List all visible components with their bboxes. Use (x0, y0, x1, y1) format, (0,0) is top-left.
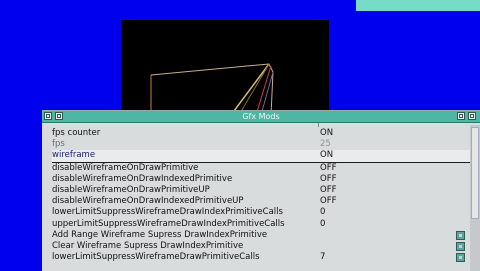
setting-value[interactable]: ON (320, 150, 470, 161)
setting-label: wireframe (52, 150, 96, 161)
column-divider (318, 123, 319, 127)
setting-label: lowerLimitSuppressWireframeDrawIndexPrim… (52, 207, 283, 218)
add-range-button[interactable] (456, 230, 465, 240)
setting-row-disable-wireframe-draw-indexed-primitive[interactable]: disableWireframeOnDrawIndexedPrimitive O… (52, 174, 470, 185)
setting-label: disableWireframeOnDrawPrimitiveUP (52, 184, 210, 195)
setting-row-add-range[interactable]: Add Range Wireframe Supress DrawIndexPri… (52, 230, 470, 241)
setting-value[interactable]: OFF (320, 185, 470, 196)
action-label: Add Range Wireframe Supress DrawIndexPri… (52, 229, 268, 240)
setting-label: disableWireframeOnDrawIndexedPrimitiveUP (52, 196, 244, 207)
window-titlebar[interactable]: Gfx Mods (42, 111, 480, 123)
setting-value[interactable]: 7 (320, 252, 470, 263)
setting-value[interactable]: OFF (320, 163, 470, 174)
setting-row-disable-wireframe-draw-indexed-primitive-up[interactable]: disableWireframeOnDrawIndexedPrimitiveUP… (52, 196, 470, 207)
setting-label: lowerLimitSuppressWireframeDrawPrimitive… (52, 252, 260, 263)
setting-row-disable-wireframe-draw-primitive[interactable]: disableWireframeOnDrawPrimitive OFF (52, 163, 470, 174)
setting-row-lower-limit-draw-primitive[interactable]: lowerLimitSuppressWireframeDrawPrimitive… (52, 252, 470, 263)
top-right-bar (356, 0, 480, 11)
setting-row-wireframe[interactable]: wireframe ON (52, 150, 470, 163)
setting-value[interactable]: 0 (320, 219, 470, 230)
window-minimize-button[interactable] (457, 112, 465, 120)
settings-list: fps counter ON fps 25 wireframe ON disab… (52, 128, 470, 263)
setting-label: fps counter (52, 128, 101, 138)
setting-label: disableWireframeOnDrawPrimitive (52, 162, 199, 173)
setting-label: fps (52, 139, 65, 150)
setting-value[interactable]: ON (320, 128, 470, 139)
setting-row-lower-limit-draw-index[interactable]: lowerLimitSuppressWireframeDrawIndexPrim… (52, 207, 470, 218)
setting-row-fps[interactable]: fps 25 (52, 139, 470, 150)
window-title: Gfx Mods (242, 112, 280, 121)
setting-value: 25 (320, 139, 331, 150)
setting-label: upperLimitSuppressWireframeDrawIndexPrim… (52, 218, 285, 229)
setting-value[interactable]: OFF (320, 174, 470, 185)
action-label: Clear Wireframe Supress DrawIndexPrimiti… (52, 240, 244, 251)
setting-row-upper-limit-draw-index[interactable]: upperLimitSuppressWireframeDrawIndexPrim… (52, 219, 470, 230)
setting-row-disable-wireframe-draw-primitive-up[interactable]: disableWireframeOnDrawPrimitiveUP OFF (52, 185, 470, 196)
setting-label: disableWireframeOnDrawIndexedPrimitive (52, 173, 233, 184)
setting-row-fps-counter[interactable]: fps counter ON (52, 128, 470, 139)
gfx-mods-window: Gfx Mods fps counter ON fps 25 wireframe… (42, 110, 480, 271)
vertical-scrollbar[interactable] (470, 125, 480, 271)
wireframe-render (150, 63, 274, 115)
clear-button[interactable] (456, 241, 465, 251)
setting-value[interactable]: 0 (320, 207, 470, 218)
row-action-button[interactable] (456, 253, 465, 263)
window-close-button[interactable] (468, 112, 476, 120)
render-viewport (121, 20, 329, 115)
scroll-thumb[interactable] (471, 127, 479, 219)
setting-row-clear[interactable]: Clear Wireframe Supress DrawIndexPrimiti… (52, 241, 470, 252)
setting-value[interactable]: OFF (320, 196, 470, 207)
